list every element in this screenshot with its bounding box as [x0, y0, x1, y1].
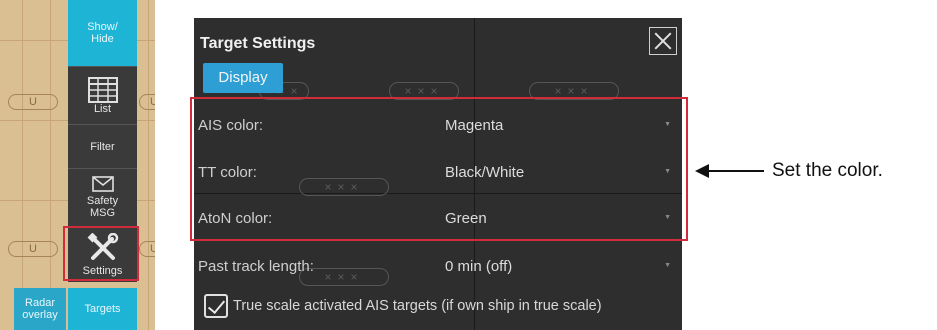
true-scale-ais-label: True scale activated AIS targets (if own…: [233, 298, 602, 314]
list-button[interactable]: List: [68, 66, 137, 124]
filter-label: Filter: [90, 140, 115, 153]
radar-overlay-label: Radar overlay: [22, 297, 58, 321]
settings-highlight-box: [63, 226, 139, 281]
past-track-length-label: Past track length:: [198, 258, 314, 275]
safety-msg-button[interactable]: Safety MSG: [68, 168, 137, 226]
chart-track-pill: U: [8, 94, 58, 110]
targets-button[interactable]: Targets: [68, 288, 137, 330]
past-track-length-row: Past track length: 0 min (off) ▼: [194, 249, 682, 283]
chart-track-pill: U: [139, 241, 155, 257]
filter-button[interactable]: Filter: [68, 124, 137, 168]
targets-label: Targets: [84, 303, 121, 315]
chevron-down-icon: ▼: [664, 262, 671, 269]
past-track-length-value: 0 min (off): [445, 258, 513, 275]
tab-display[interactable]: Display: [203, 63, 283, 93]
dialog-title: Target Settings: [200, 35, 316, 52]
chart-track-pill: U: [139, 94, 155, 110]
past-track-length-select[interactable]: 0 min (off) ▼: [439, 249, 679, 283]
envelope-icon: [91, 176, 114, 192]
radar-overlay-button[interactable]: Radar overlay: [14, 288, 66, 330]
screenshot-stage: U U U U Show/ Hide List Filter Safety MS…: [0, 0, 937, 330]
chart-track-pill: U: [8, 241, 58, 257]
show-hide-label: Show/ Hide: [87, 21, 118, 45]
true-scale-ais-row: True scale activated AIS targets (if own…: [204, 292, 602, 320]
list-label: List: [93, 102, 112, 115]
close-icon[interactable]: [649, 27, 677, 55]
annotation-text: Set the color.: [772, 160, 883, 181]
list-icon: [87, 76, 118, 103]
color-rows-highlight-box: [190, 97, 688, 241]
show-hide-button[interactable]: Show/ Hide: [68, 0, 137, 66]
arrow-line: [702, 170, 764, 172]
true-scale-ais-checkbox[interactable]: [204, 294, 228, 318]
safety-msg-label: Safety MSG: [86, 195, 119, 219]
